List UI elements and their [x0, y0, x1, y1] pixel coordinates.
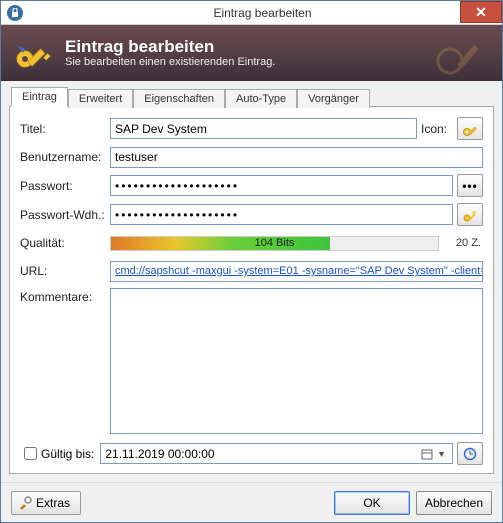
password-input[interactable] [110, 175, 453, 196]
label-password-repeat: Passwort-Wdh.: [20, 208, 110, 222]
quality-bar: 104 Bits [110, 236, 439, 251]
toggle-password-visibility-button[interactable]: ••• [457, 174, 483, 197]
tab-page-eintrag: Titel: Icon: Benutzername: Passwort: [9, 106, 494, 474]
label-quality: Qualität: [20, 236, 110, 250]
label-comments: Kommentare: [20, 288, 110, 434]
tab-eintrag[interactable]: Eintrag [11, 87, 68, 107]
label-expiry: Gültig bis: [41, 447, 94, 461]
key-watermark-icon [432, 27, 492, 80]
tab-vorgaenger[interactable]: Vorgänger [297, 89, 370, 108]
quality-length-text: 20 Z. [439, 237, 483, 249]
key-icon [11, 31, 55, 75]
dots-icon: ••• [462, 179, 478, 193]
cancel-button[interactable]: Abbrechen [416, 491, 492, 515]
window-title: Eintrag bearbeiten [23, 6, 502, 20]
calendar-icon [421, 448, 433, 460]
header-text-block: Eintrag bearbeiten Sie bearbeiten einen … [65, 38, 275, 69]
header-title: Eintrag bearbeiten [65, 38, 275, 57]
url-input[interactable]: cmd://sapshcut -maxgui -system=E01 -sysn… [110, 261, 483, 282]
label-titel: Titel: [20, 122, 110, 136]
close-icon: ✕ [475, 4, 487, 21]
label-username: Benutzername: [20, 150, 110, 164]
key-icon [462, 121, 478, 137]
title-input[interactable] [110, 118, 417, 139]
password-repeat-input[interactable] [110, 204, 453, 225]
username-input[interactable] [110, 147, 483, 168]
cancel-label: Abbrechen [425, 496, 483, 510]
expiry-date-value: 21.11.2019 00:00:00 [105, 447, 214, 461]
header-subtitle: Sie bearbeiten einen existierenden Eintr… [65, 56, 275, 68]
expiry-checkbox[interactable] [24, 447, 37, 460]
tab-eigenschaften[interactable]: Eigenschaften [133, 89, 225, 108]
dialog-window: Eintrag bearbeiten ✕ Eintrag bearbeiten … [0, 0, 503, 523]
label-url: URL: [20, 264, 110, 278]
quality-bits-text: 104 Bits [111, 237, 438, 250]
expiry-preset-button[interactable] [457, 442, 483, 465]
chevron-down-icon: ▼ [437, 449, 446, 459]
tools-icon [18, 496, 32, 510]
tab-autotype[interactable]: Auto-Type [225, 89, 297, 108]
ok-label: OK [363, 496, 380, 510]
titlebar: Eintrag bearbeiten ✕ [1, 1, 502, 25]
generate-password-button[interactable] [457, 203, 483, 226]
extras-label: Extras [36, 496, 70, 510]
content-area: Eintrag Erweitert Eigenschaften Auto-Typ… [1, 81, 502, 482]
icon-picker-button[interactable] [457, 117, 483, 140]
dialog-header: Eintrag bearbeiten Sie bearbeiten einen … [1, 25, 502, 81]
url-value: cmd://sapshcut -maxgui -system=E01 -sysn… [115, 265, 483, 277]
key-spark-icon [462, 207, 478, 223]
lock-icon [7, 5, 23, 21]
ok-button[interactable]: OK [334, 491, 410, 515]
expiry-date-input[interactable]: 21.11.2019 00:00:00 ▼ [100, 443, 453, 464]
label-icon: Icon: [417, 122, 453, 136]
tab-strip: Eintrag Erweitert Eigenschaften Auto-Typ… [9, 85, 494, 107]
extras-button[interactable]: Extras [11, 491, 81, 515]
tab-erweitert[interactable]: Erweitert [68, 89, 133, 108]
clock-icon [463, 447, 477, 461]
label-password: Passwort: [20, 179, 110, 193]
dialog-footer: Extras OK Abbrechen [1, 482, 502, 522]
close-button[interactable]: ✕ [460, 1, 502, 23]
comments-textarea[interactable] [110, 288, 483, 434]
